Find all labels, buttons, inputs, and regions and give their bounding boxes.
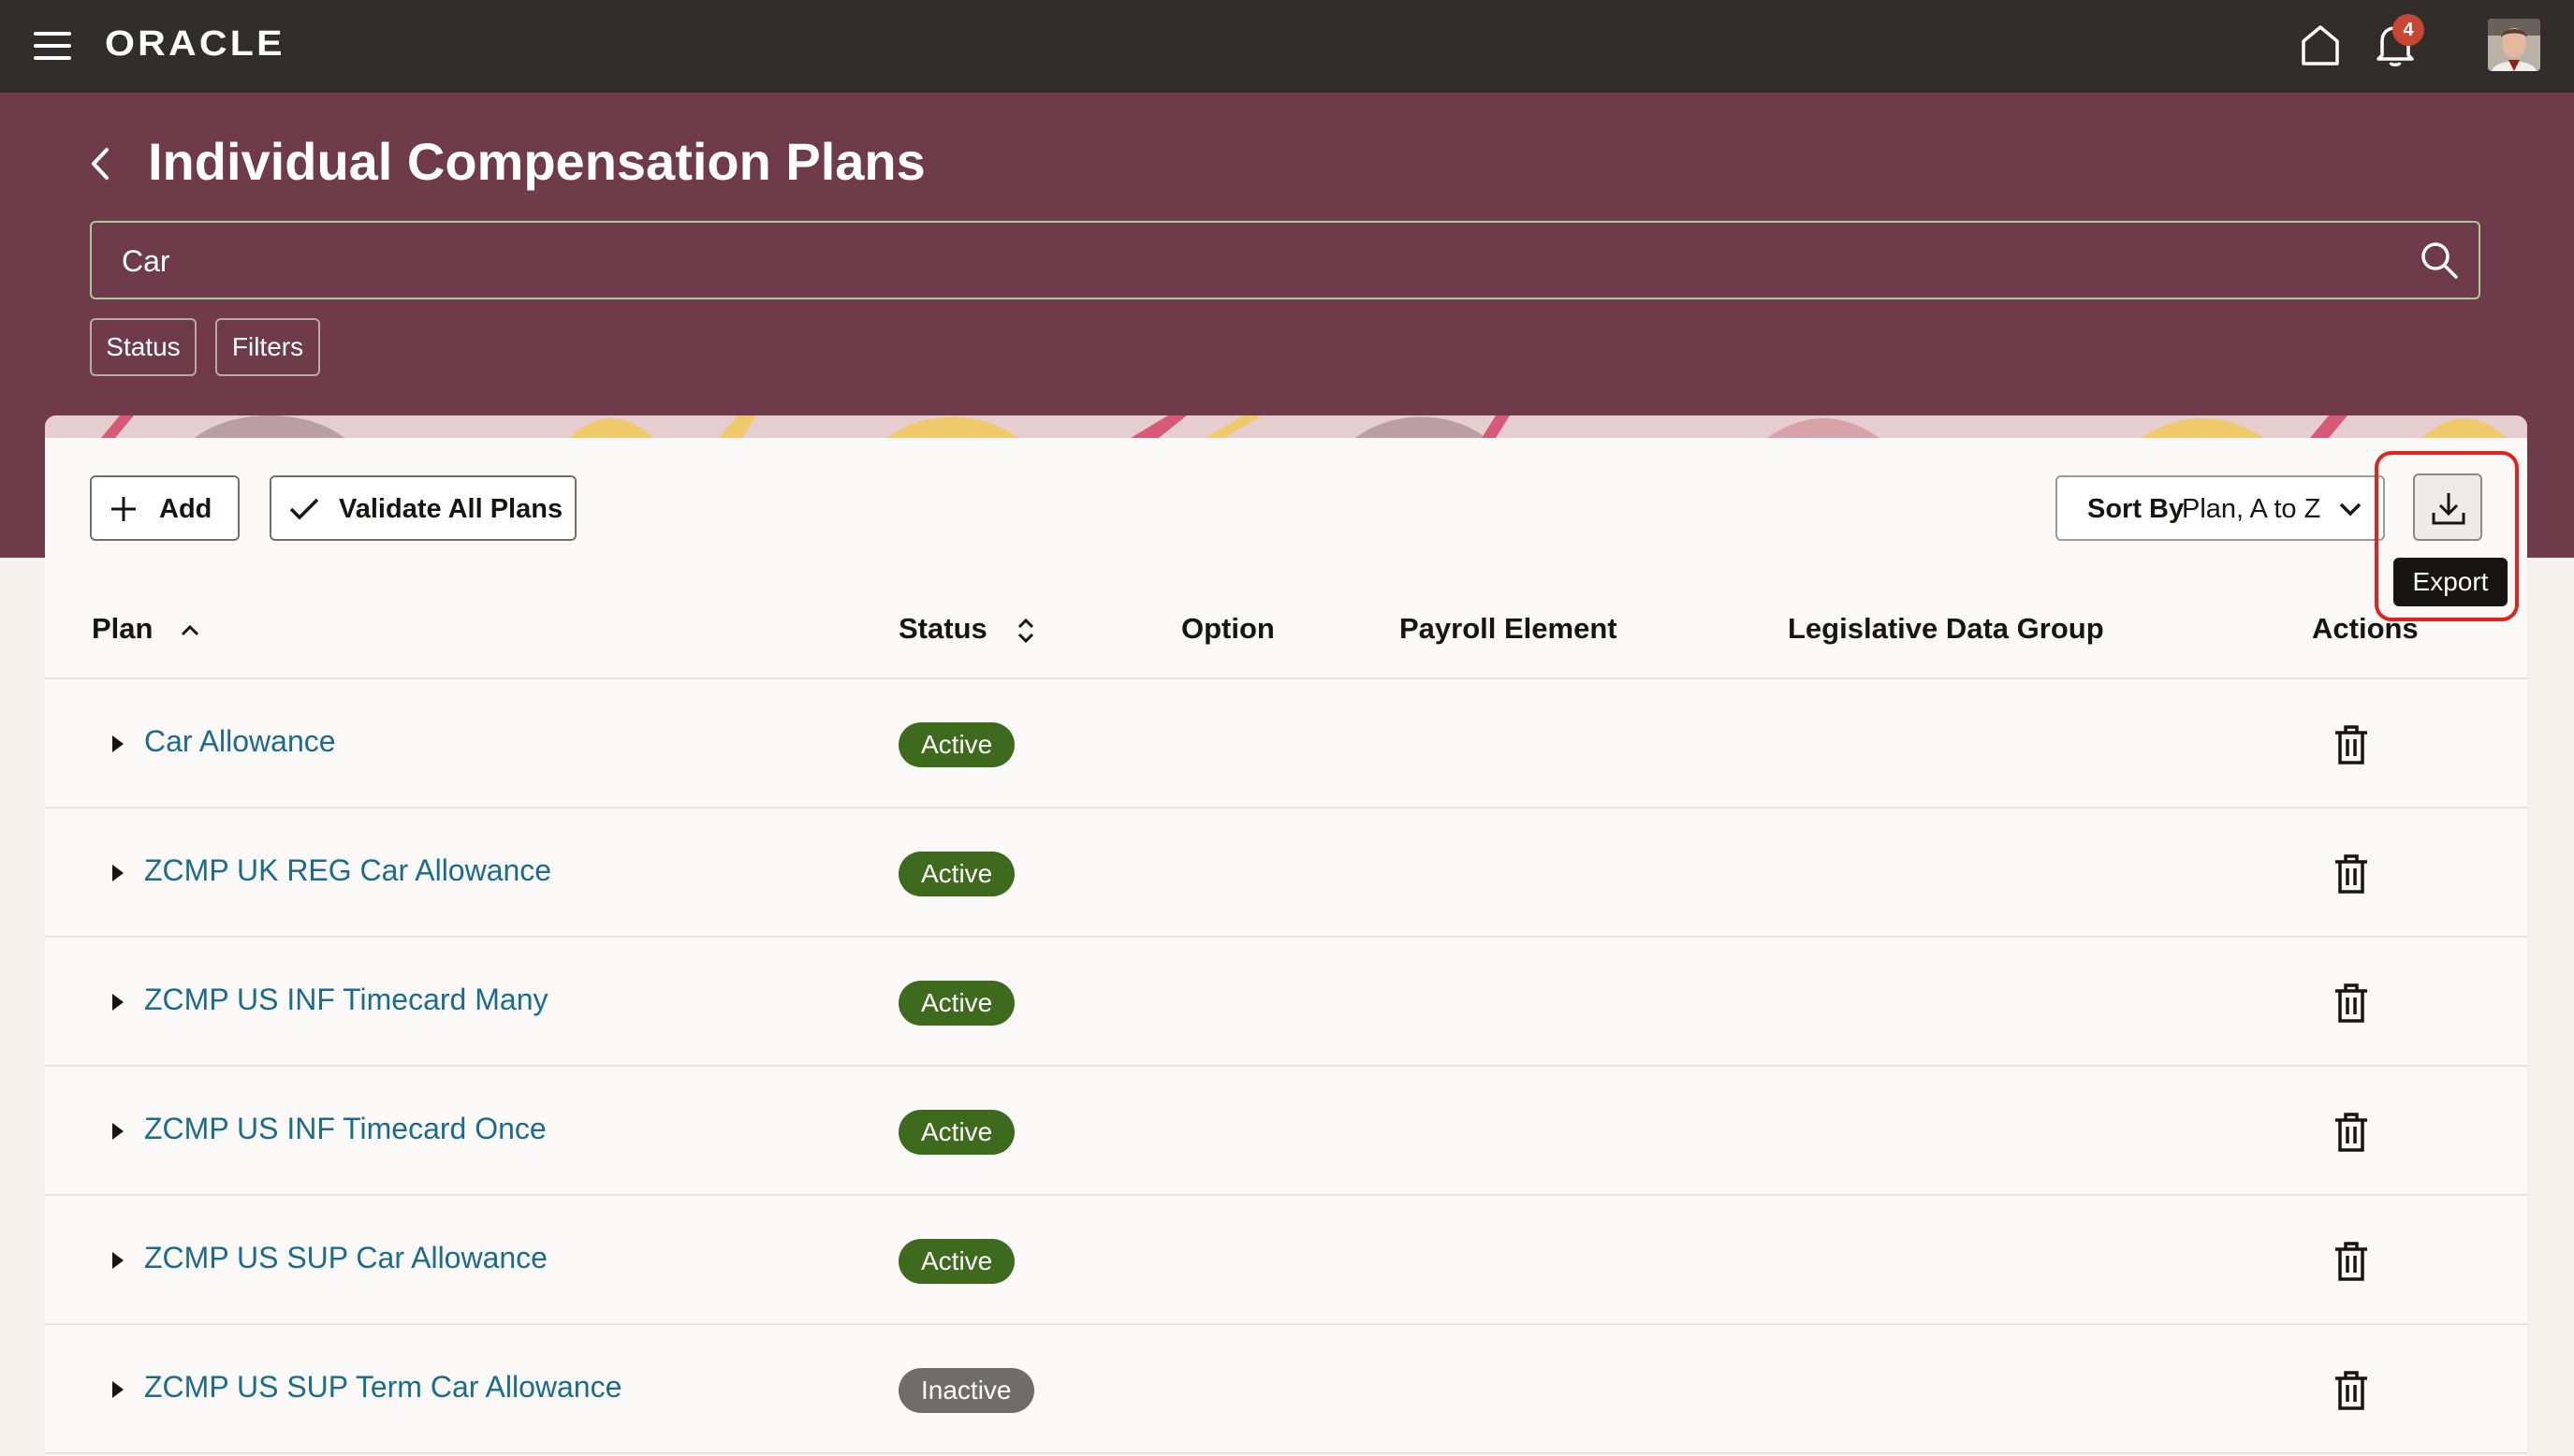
expand-row-icon[interactable] <box>110 992 125 1012</box>
trash-icon[interactable] <box>2333 853 2370 895</box>
filters-chip[interactable]: Filters <box>215 318 320 376</box>
chevron-down-icon <box>2339 502 2362 517</box>
sort-toggle-icon <box>1018 618 1034 643</box>
plan-link[interactable]: ZCMP US INF Timecard Many <box>144 983 548 1017</box>
column-header-option: Option <box>1181 612 1275 645</box>
status-badge: Active <box>899 722 1016 767</box>
page-title: Individual Compensation Plans <box>148 132 926 191</box>
table-row: ZCMP UK REG Car Allowance Active <box>45 808 2527 938</box>
trash-icon[interactable] <box>2333 724 2370 765</box>
column-header-legislative-data-group: Legislative Data Group <box>1788 612 2104 645</box>
column-header-actions: Actions <box>2312 612 2419 645</box>
validate-all-plans-label: Validate All Plans <box>339 494 563 524</box>
status-badge: Inactive <box>899 1368 1034 1413</box>
sort-by-select[interactable]: Sort By Plan, A to Z <box>2055 475 2385 541</box>
status-filter-chip[interactable]: Status <box>90 318 197 376</box>
plan-link[interactable]: Car Allowance <box>144 724 336 759</box>
status-badge: Active <box>899 852 1016 896</box>
search-icon[interactable] <box>2419 240 2460 281</box>
expand-row-icon[interactable] <box>110 863 125 883</box>
plan-link[interactable]: ZCMP US SUP Car Allowance <box>144 1241 548 1275</box>
avatar[interactable] <box>2488 19 2540 71</box>
expand-row-icon[interactable] <box>110 1379 125 1400</box>
decorative-banner <box>45 415 2527 438</box>
home-icon[interactable] <box>2299 22 2342 67</box>
table-row: ZCMP US INF Timecard Once Active <box>45 1067 2527 1196</box>
hamburger-menu-icon[interactable] <box>34 32 71 60</box>
column-header-plan[interactable]: Plan <box>92 612 200 646</box>
trash-icon[interactable] <box>2333 1241 2370 1282</box>
column-header-plan-label: Plan <box>92 612 154 645</box>
column-header-status-label: Status <box>899 612 987 645</box>
plus-icon <box>111 497 136 521</box>
back-icon[interactable] <box>84 142 118 185</box>
global-header: ORACLE 4 <box>0 0 2574 93</box>
checkmark-icon <box>289 498 319 520</box>
status-badge: Active <box>899 1239 1016 1284</box>
trash-icon[interactable] <box>2333 1112 2370 1153</box>
expand-row-icon[interactable] <box>110 734 125 754</box>
sort-by-label: Sort By <box>2087 494 2185 524</box>
table-row: ZCMP US SUP Term Car Allowance Inactive <box>45 1325 2527 1454</box>
status-badge: Active <box>899 1110 1016 1155</box>
plan-link[interactable]: ZCMP US INF Timecard Once <box>144 1112 547 1146</box>
sort-by-value: Plan, A to Z <box>2182 494 2321 524</box>
plan-link[interactable]: ZCMP UK REG Car Allowance <box>144 853 551 888</box>
expand-row-icon[interactable] <box>110 1250 125 1271</box>
status-badge: Active <box>899 981 1016 1026</box>
search-field <box>90 221 2480 299</box>
add-button[interactable]: Add <box>90 475 240 541</box>
column-header-status[interactable]: Status <box>899 612 1036 646</box>
table-row: Car Allowance Active <box>45 679 2527 808</box>
table-row: ZCMP US INF Timecard Many Active <box>45 938 2527 1067</box>
search-input[interactable] <box>120 236 2370 286</box>
expand-row-icon[interactable] <box>110 1121 125 1142</box>
validate-all-plans-button[interactable]: Validate All Plans <box>270 475 577 541</box>
trash-icon[interactable] <box>2333 1370 2370 1411</box>
table-row: ZCMP US SUP Car Allowance Active <box>45 1196 2527 1325</box>
export-tooltip: Export <box>2393 558 2508 606</box>
add-button-label: Add <box>159 494 212 524</box>
plan-link[interactable]: ZCMP US SUP Term Car Allowance <box>144 1370 622 1405</box>
trash-icon[interactable] <box>2333 983 2370 1024</box>
sort-ascending-icon <box>182 624 199 635</box>
notification-count-badge: 4 <box>2392 14 2424 46</box>
column-header-payroll-element: Payroll Element <box>1399 612 1617 645</box>
oracle-logo: ORACLE <box>105 24 285 64</box>
